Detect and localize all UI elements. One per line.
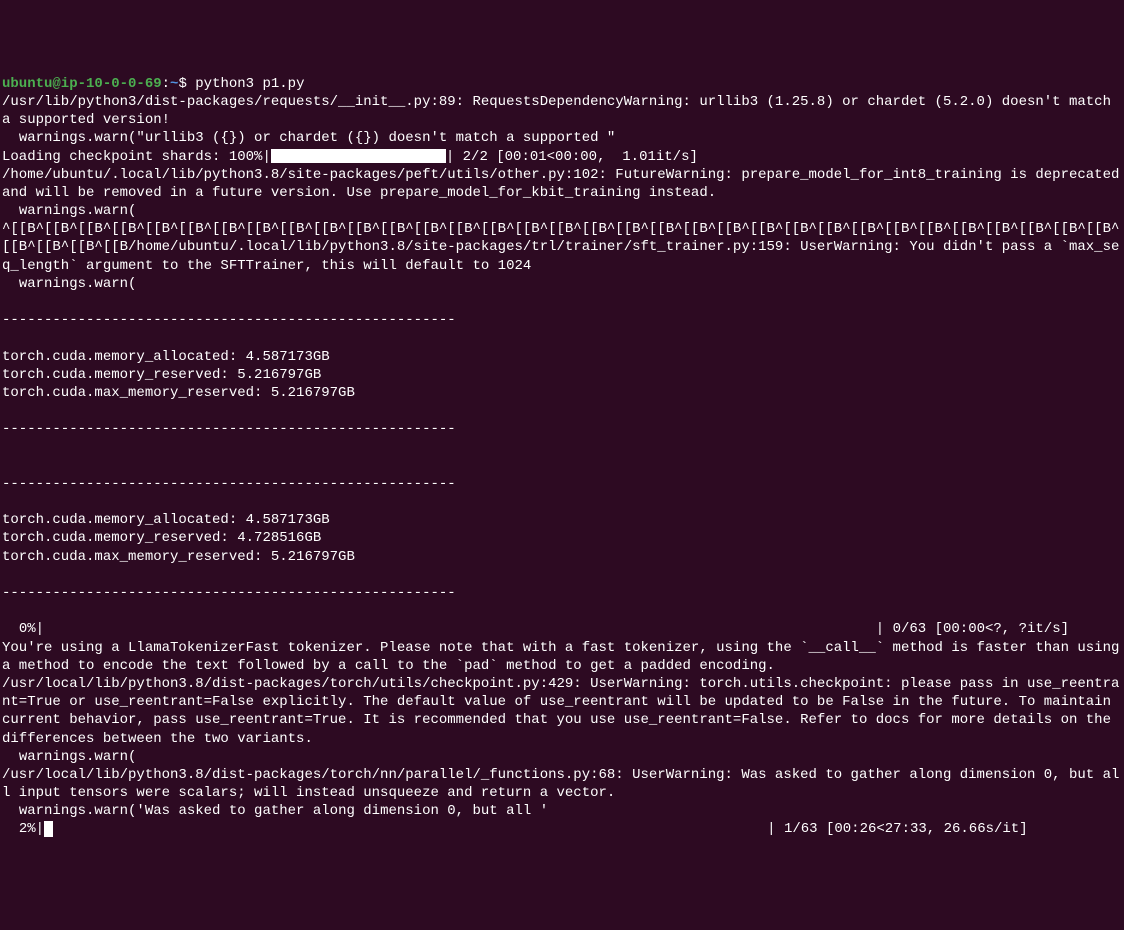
output-line: warnings.warn('Was asked to gather along… <box>2 803 548 819</box>
output-line: You're using a LlamaTokenizerFast tokeni… <box>2 640 1124 674</box>
separator-line: ----------------------------------------… <box>2 585 456 601</box>
output-line: /usr/lib/python3/dist-packages/requests/… <box>2 94 1119 128</box>
progress-stats: | 0/63 [00:00<?, ?it/s] <box>876 621 1069 637</box>
cursor-icon <box>44 821 53 837</box>
memory-stat: torch.cuda.max_memory_reserved: 5.216797… <box>2 385 355 401</box>
progress-percent: 0%| <box>2 621 44 637</box>
progress-bar-empty <box>44 621 876 637</box>
output-line: warnings.warn( <box>2 276 136 292</box>
terminal-output[interactable]: ubuntu@ip-10-0-0-69:~$ python3 p1.py /us… <box>2 75 1122 839</box>
progress-stats: | 1/63 [00:26<27:33, 26.66s/it] <box>767 821 1027 837</box>
output-line: /usr/local/lib/python3.8/dist-packages/t… <box>2 676 1119 747</box>
progress-bar-filled <box>271 149 446 163</box>
memory-stat: torch.cuda.memory_reserved: 4.728516GB <box>2 530 321 546</box>
progress-percent: 2%| <box>2 821 44 837</box>
separator-line: ----------------------------------------… <box>2 421 456 437</box>
progress-label: Loading checkpoint shards: 100%| <box>2 149 271 165</box>
memory-stat: torch.cuda.memory_allocated: 4.587173GB <box>2 512 330 528</box>
output-line: warnings.warn( <box>2 749 136 765</box>
prompt-command <box>187 76 195 92</box>
output-line: /usr/local/lib/python3.8/dist-packages/t… <box>2 767 1119 801</box>
separator-line: ----------------------------------------… <box>2 476 456 492</box>
separator-line: ----------------------------------------… <box>2 312 456 328</box>
command-text: python3 p1.py <box>195 76 304 92</box>
output-line: warnings.warn("urllib3 ({}) or chardet (… <box>2 130 615 146</box>
progress-bar-empty <box>53 821 767 837</box>
output-line: warnings.warn( <box>2 203 136 219</box>
memory-stat: torch.cuda.memory_allocated: 4.587173GB <box>2 349 330 365</box>
output-line: /home/ubuntu/.local/lib/python3.8/site-p… <box>2 167 1124 201</box>
memory-stat: torch.cuda.memory_reserved: 5.216797GB <box>2 367 321 383</box>
output-line: ^[[B^[[B^[[B^[[B^[[B^[[B^[[B^[[B^[[B^[[B… <box>2 221 1119 273</box>
progress-stats: | 2/2 [00:01<00:00, 1.01it/s] <box>446 149 698 165</box>
prompt-separator: : <box>162 76 170 92</box>
prompt-symbol: $ <box>178 76 186 92</box>
memory-stat: torch.cuda.max_memory_reserved: 5.216797… <box>2 549 355 565</box>
prompt-user: ubuntu@ip-10-0-0-69 <box>2 76 162 92</box>
